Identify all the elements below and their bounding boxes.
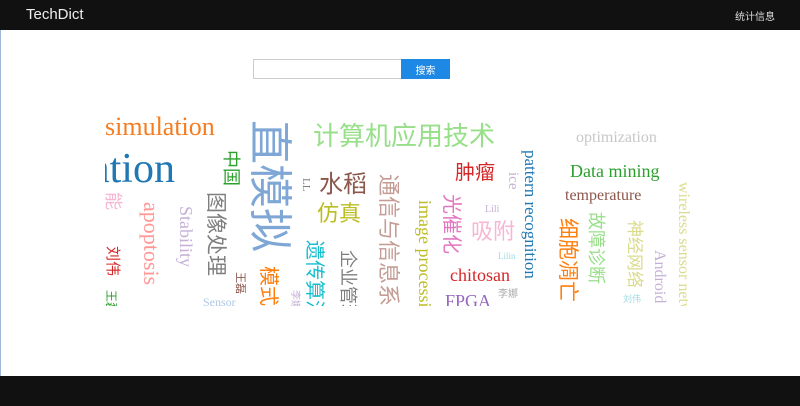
word-cloud-term[interactable]: Lili bbox=[485, 205, 499, 215]
word-cloud-term[interactable]: 计算机应用技术 bbox=[313, 124, 495, 150]
word-cloud-term[interactable]: Android bbox=[651, 250, 668, 303]
word-cloud-term[interactable]: 通信与信息系统 bbox=[375, 174, 400, 306]
word-cloud-term[interactable]: 企业管理 bbox=[337, 250, 358, 306]
search-button[interactable]: 搜索 bbox=[401, 59, 450, 79]
nav-stats-link[interactable]: 统计信息 bbox=[735, 8, 775, 23]
word-cloud-term[interactable]: 吸附 bbox=[471, 222, 515, 244]
word-cloud-term[interactable]: Stability bbox=[176, 206, 196, 267]
word-cloud-term[interactable]: 刘伟 bbox=[105, 246, 122, 276]
word-cloud-term[interactable]: optimization bbox=[576, 130, 657, 146]
search-input[interactable] bbox=[253, 59, 401, 79]
word-cloud: simulation ation 直模拟计算机应用技术 optimization 中国水… bbox=[105, 110, 695, 307]
word-cloud-term[interactable]: 故障诊断 bbox=[585, 212, 606, 284]
word-cloud-term[interactable]: 图像处理 bbox=[204, 192, 228, 276]
word-cloud-term[interactable]: image processing bbox=[415, 200, 435, 306]
word-cloud-term[interactable]: ation bbox=[105, 148, 175, 190]
word-cloud-term[interactable]: Sensor bbox=[203, 296, 236, 306]
footer-bar bbox=[0, 376, 800, 406]
word-cloud-term[interactable]: 模式 bbox=[257, 266, 281, 306]
word-cloud-term[interactable]: 细胞凋亡 bbox=[556, 218, 580, 302]
word-cloud-term[interactable]: 能 bbox=[105, 192, 123, 210]
word-cloud-term[interactable]: pattern recognition bbox=[521, 150, 540, 279]
word-cloud-term[interactable]: Data mining bbox=[570, 162, 659, 180]
word-cloud-term[interactable]: simulation bbox=[105, 114, 215, 140]
word-cloud-term[interactable]: 神经网络 bbox=[624, 220, 644, 288]
word-cloud-term[interactable]: FPGA bbox=[445, 292, 491, 306]
word-cloud-term[interactable]: 直模拟 bbox=[244, 120, 295, 252]
word-cloud-term[interactable]: LL bbox=[300, 178, 312, 191]
word-cloud-term[interactable]: 王磊 bbox=[234, 272, 247, 294]
word-cloud-term[interactable]: 李娜 bbox=[498, 290, 518, 300]
word-cloud-term[interactable]: apoptosis bbox=[139, 202, 164, 285]
word-cloud-term[interactable]: 光催化 bbox=[440, 194, 464, 254]
word-cloud-term[interactable]: 水稻 bbox=[319, 172, 367, 196]
word-cloud-term[interactable]: 仿真 bbox=[317, 204, 361, 226]
word-cloud-term[interactable]: Lilin bbox=[498, 252, 516, 261]
word-cloud-term[interactable]: 李娜 bbox=[289, 290, 300, 306]
top-navbar: TechDict 统计信息 bbox=[0, 0, 800, 30]
word-cloud-term[interactable]: 遗传算法 bbox=[303, 240, 327, 306]
word-cloud-term[interactable]: temperature bbox=[565, 188, 641, 204]
brand-logo[interactable]: TechDict bbox=[26, 6, 84, 23]
word-cloud-term[interactable]: 王磊 bbox=[105, 290, 118, 306]
page-left-border bbox=[0, 30, 1, 376]
word-cloud-term[interactable]: 中国 bbox=[220, 150, 241, 186]
word-cloud-term[interactable]: 肿瘤 bbox=[455, 162, 495, 182]
word-cloud-term[interactable]: wireless sensor networks bbox=[675, 182, 692, 306]
word-cloud-term[interactable]: 刘伟 bbox=[623, 296, 641, 305]
word-cloud-term[interactable]: ice bbox=[505, 172, 521, 189]
word-cloud-term[interactable]: chitosan bbox=[450, 266, 510, 284]
